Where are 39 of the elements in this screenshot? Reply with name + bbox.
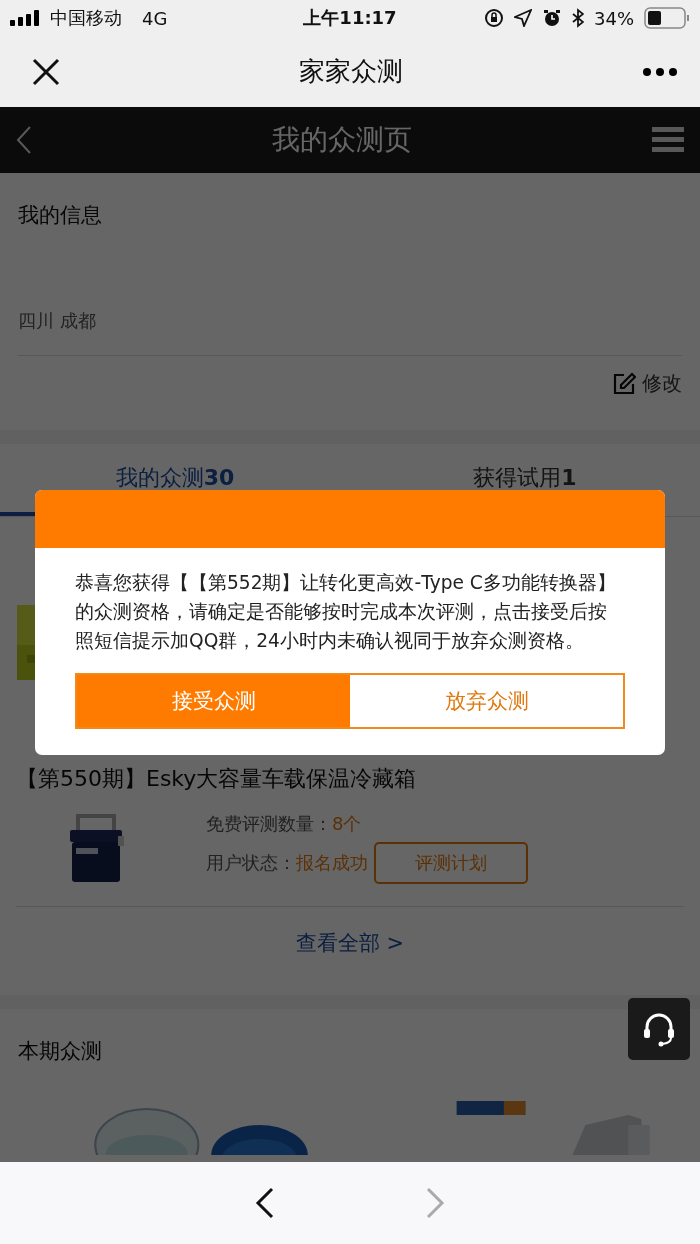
location-icon bbox=[514, 9, 532, 27]
view-all-link[interactable]: 查看全部 > bbox=[295, 929, 405, 957]
menu-icon bbox=[652, 127, 684, 153]
menu-button[interactable] bbox=[652, 127, 684, 153]
edit-icon bbox=[612, 371, 636, 396]
status-value: 报名成功 bbox=[296, 851, 368, 875]
tab[interactable]: 获得试用1 bbox=[350, 444, 700, 516]
back-button[interactable] bbox=[16, 125, 32, 155]
support-button[interactable] bbox=[628, 998, 690, 1060]
headset-icon bbox=[641, 1011, 677, 1047]
network-type: 4G bbox=[142, 7, 168, 29]
dialog-message: 恭喜您获得【【第552期】让转化更高效-Type C多功能转换器】的众测资格，请确定是否能够按时完成本次评测，点击接受后按照短信提示加QQ群，24小时内未确认视同于放弃众测资格。 bbox=[75, 571, 617, 653]
forward-icon bbox=[425, 1187, 445, 1219]
battery-percent: 34% bbox=[594, 7, 634, 29]
page-title: 家家众测 bbox=[299, 55, 403, 88]
accept-button[interactable]: 接受众测 bbox=[77, 675, 350, 727]
trial-title: 【第550期】Esky大容量车载保温冷藏箱 bbox=[16, 765, 418, 793]
location-text: 四川 成都 bbox=[18, 309, 682, 356]
back-arrow-button[interactable] bbox=[255, 1187, 275, 1219]
battery-icon bbox=[644, 7, 690, 29]
rotation-lock-icon bbox=[484, 8, 504, 28]
back-icon bbox=[255, 1187, 275, 1219]
status-label: 用户状态： bbox=[206, 851, 296, 875]
edit-button[interactable]: 修改 bbox=[612, 370, 682, 397]
alarm-icon bbox=[542, 8, 562, 28]
more-icon bbox=[642, 66, 678, 77]
more-button[interactable] bbox=[642, 66, 678, 77]
carrier-name: 中国移动 bbox=[50, 6, 122, 30]
back-icon bbox=[16, 125, 32, 155]
section-title: 我的信息 bbox=[18, 202, 102, 229]
clock-time: 上午11:17 bbox=[303, 6, 397, 30]
section-title: 本期众测 bbox=[18, 1038, 102, 1065]
quantity-value: 8个 bbox=[332, 812, 362, 836]
header-title: 我的众测页 bbox=[272, 122, 412, 158]
quantity-label: 免费评测数量： bbox=[206, 812, 332, 836]
close-button[interactable] bbox=[32, 57, 60, 86]
plan-button[interactable]: 评测计划 bbox=[374, 842, 528, 884]
bluetooth-icon bbox=[572, 8, 584, 28]
close-icon bbox=[32, 57, 60, 86]
